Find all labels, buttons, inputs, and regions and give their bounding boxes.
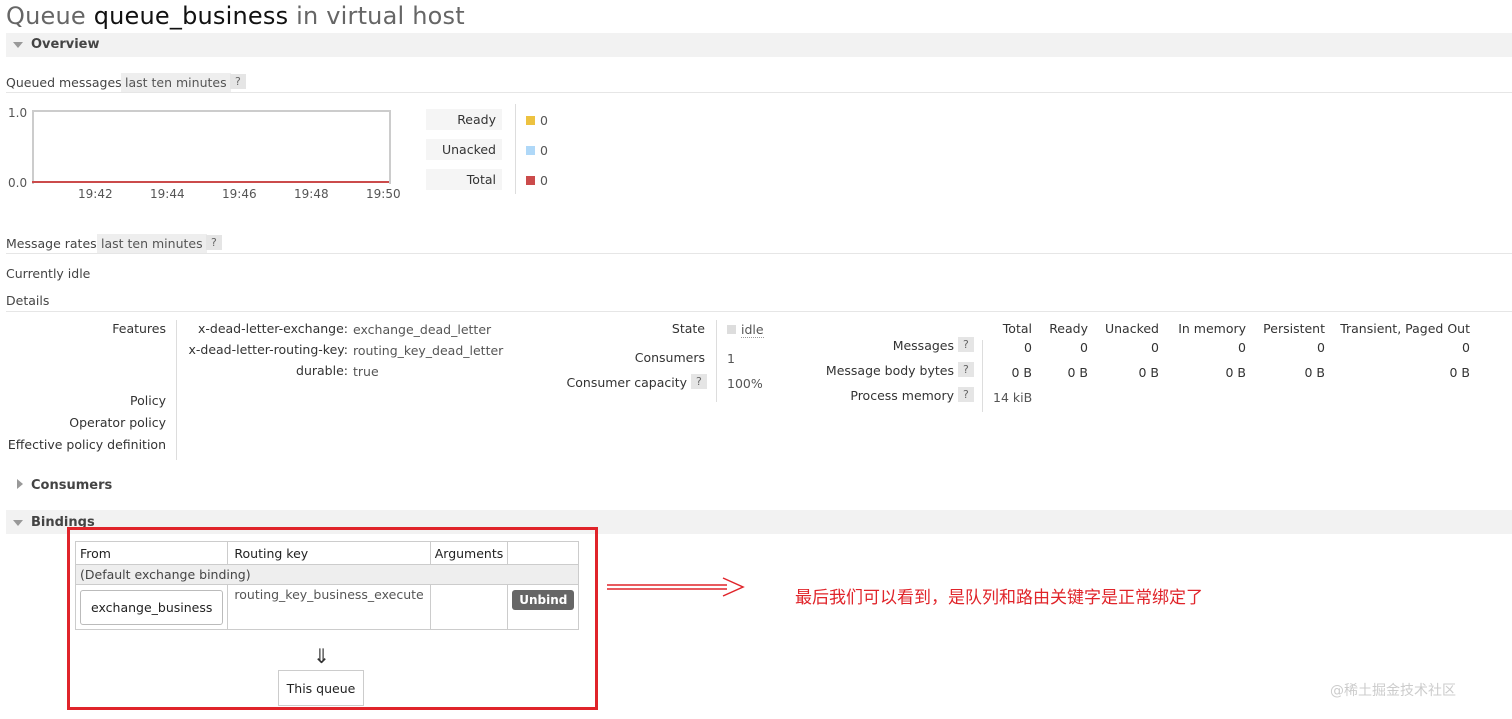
effective-policy-label: Effective policy definition xyxy=(7,437,166,452)
operator-policy-label: Operator policy xyxy=(69,415,166,430)
total-swatch xyxy=(526,176,535,185)
feature-key: x-dead-letter-exchange: xyxy=(197,321,348,336)
stats-cell: 0 B xyxy=(1011,365,1032,380)
unacked-swatch xyxy=(526,146,535,155)
overview-title: Overview xyxy=(31,37,100,52)
body-bytes-help-icon[interactable]: ? xyxy=(958,362,974,377)
rates-status: Currently idle xyxy=(6,266,91,281)
stats-cell: 0 B xyxy=(1138,365,1159,380)
stats-col-header: In memory xyxy=(1178,321,1246,336)
total-series-line xyxy=(32,181,389,183)
consumers-value: 1 xyxy=(727,351,735,366)
rates-range-selector[interactable]: last ten minutes xyxy=(97,234,207,253)
page-title: Queue queue_business in virtual host xyxy=(6,2,465,30)
queued-range-selector[interactable]: last ten minutes xyxy=(121,73,231,92)
caret-down-icon xyxy=(13,520,23,526)
details-divider xyxy=(176,320,177,460)
x-tick: 19:46 xyxy=(222,187,257,201)
stats-cell: 14 kiB xyxy=(993,390,1033,405)
stats-cell: 0 xyxy=(1238,340,1246,355)
message-rates-label: Message rates xyxy=(6,236,97,251)
stats-cell: 0 xyxy=(1317,340,1325,355)
queue-name: queue_business xyxy=(93,2,289,30)
capacity-help-icon[interactable]: ? xyxy=(691,374,707,389)
divider xyxy=(6,253,1512,254)
stats-cell: 0 B xyxy=(1225,365,1246,380)
ready-swatch xyxy=(526,116,535,125)
legend-unacked-label: Unacked xyxy=(426,139,502,160)
stats-cell: 0 xyxy=(1080,340,1088,355)
stats-col-header: Total xyxy=(1002,321,1032,336)
ready-value: 0 xyxy=(540,113,548,128)
stats-cell: 0 B xyxy=(1067,365,1088,380)
unacked-value: 0 xyxy=(540,143,548,158)
consumers-section-header[interactable]: Consumers xyxy=(31,478,112,493)
consumer-capacity-label: Consumer capacity xyxy=(566,375,687,390)
queued-messages-label: Queued messages xyxy=(6,75,122,90)
stats-cell: 0 xyxy=(1151,340,1159,355)
legend-ready-label: Ready xyxy=(426,109,502,130)
stats-col-header: Transient, Paged Out xyxy=(1340,321,1470,336)
consumers-label: Consumers xyxy=(634,350,705,365)
feature-value: routing_key_dead_letter xyxy=(353,343,504,358)
caret-down-icon xyxy=(13,42,23,48)
stats-col-header: Ready xyxy=(1049,321,1088,336)
state-divider xyxy=(716,320,717,402)
stats-row-label: Message body bytes xyxy=(825,363,954,378)
annotation-text: 最后我们可以看到，是队列和路由关键字是正常绑定了 xyxy=(795,588,1203,608)
x-tick: 19:42 xyxy=(78,187,113,201)
feature-key: durable: xyxy=(296,363,348,378)
stats-row-label: Messages xyxy=(892,338,954,353)
details-label: Details xyxy=(6,293,50,308)
state-label: State xyxy=(671,321,705,336)
stats-row-label: Process memory xyxy=(850,388,954,403)
x-tick: 19:48 xyxy=(294,187,329,201)
stats-col-header: Unacked xyxy=(1104,321,1159,336)
divider xyxy=(6,311,1512,312)
chart-area xyxy=(32,110,391,184)
policy-label: Policy xyxy=(130,393,166,408)
y-tick-min: 0.0 xyxy=(8,176,28,190)
stats-cell: 0 B xyxy=(1304,365,1325,380)
stats-divider xyxy=(982,340,983,412)
total-value: 0 xyxy=(540,173,548,188)
stats-cell: 0 xyxy=(1462,340,1470,355)
state-indicator-icon xyxy=(727,325,736,334)
watermark: @稀土掘金技术社区 xyxy=(1330,683,1456,699)
feature-value: true xyxy=(353,364,379,379)
highlight-box xyxy=(67,527,598,710)
overview-section-header[interactable] xyxy=(6,33,1512,57)
legend-divider xyxy=(515,104,516,194)
divider xyxy=(6,92,1512,93)
title-suffix: in virtual host xyxy=(296,2,465,30)
legend-total-label: Total xyxy=(426,169,502,190)
y-tick-max: 1.0 xyxy=(8,106,28,120)
stats-col-header: Persistent xyxy=(1263,321,1325,336)
state-value: idle xyxy=(741,322,764,338)
title-prefix: Queue xyxy=(6,2,86,30)
memory-help-icon[interactable]: ? xyxy=(958,387,974,402)
rates-help-icon[interactable]: ? xyxy=(206,235,222,250)
features-label: Features xyxy=(112,321,166,336)
annotation-arrow-icon xyxy=(607,577,745,597)
stats-cell: 0 xyxy=(1024,340,1032,355)
caret-right-icon xyxy=(17,479,23,489)
x-tick: 19:50 xyxy=(366,187,401,201)
x-tick: 19:44 xyxy=(150,187,185,201)
consumer-capacity-value: 100% xyxy=(727,376,763,391)
queued-help-icon[interactable]: ? xyxy=(230,74,246,89)
messages-help-icon[interactable]: ? xyxy=(958,337,974,352)
feature-key: x-dead-letter-routing-key: xyxy=(188,342,348,357)
feature-value: exchange_dead_letter xyxy=(353,322,492,337)
stats-cell: 0 B xyxy=(1449,365,1470,380)
